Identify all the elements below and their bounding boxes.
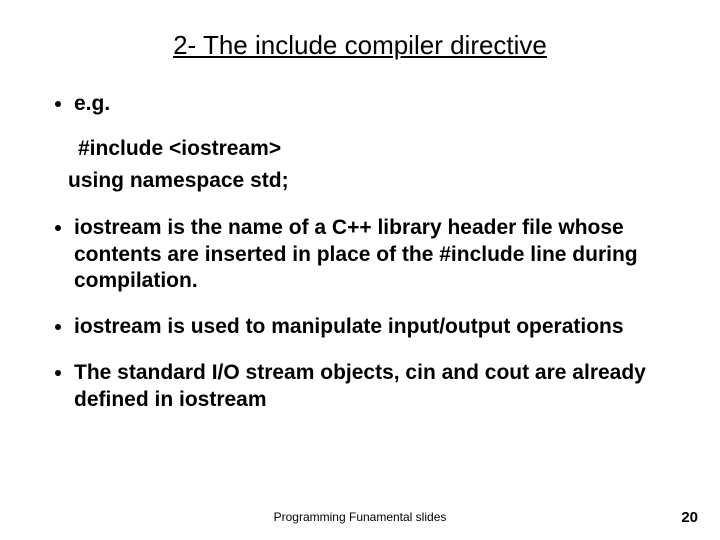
bullet-eg: e.g. — [74, 91, 680, 117]
bullet-3: The standard I/O stream objects, cin and… — [74, 360, 680, 413]
code-include: #include <iostream> — [78, 137, 680, 161]
footer-text: Programming Funamental slides — [0, 510, 720, 524]
bullet-1: iostream is the name of a C++ library he… — [74, 215, 680, 294]
code-using: using namespace std; — [68, 169, 680, 193]
bullet-list-2: iostream is the name of a C++ library he… — [40, 215, 680, 413]
bullet-list: e.g. — [40, 91, 680, 117]
bullet-2: iostream is used to manipulate input/out… — [74, 314, 680, 340]
slide-title: 2- The include compiler directive — [40, 30, 680, 61]
page-number: 20 — [681, 509, 698, 526]
slide: 2- The include compiler directive e.g. #… — [0, 0, 720, 540]
